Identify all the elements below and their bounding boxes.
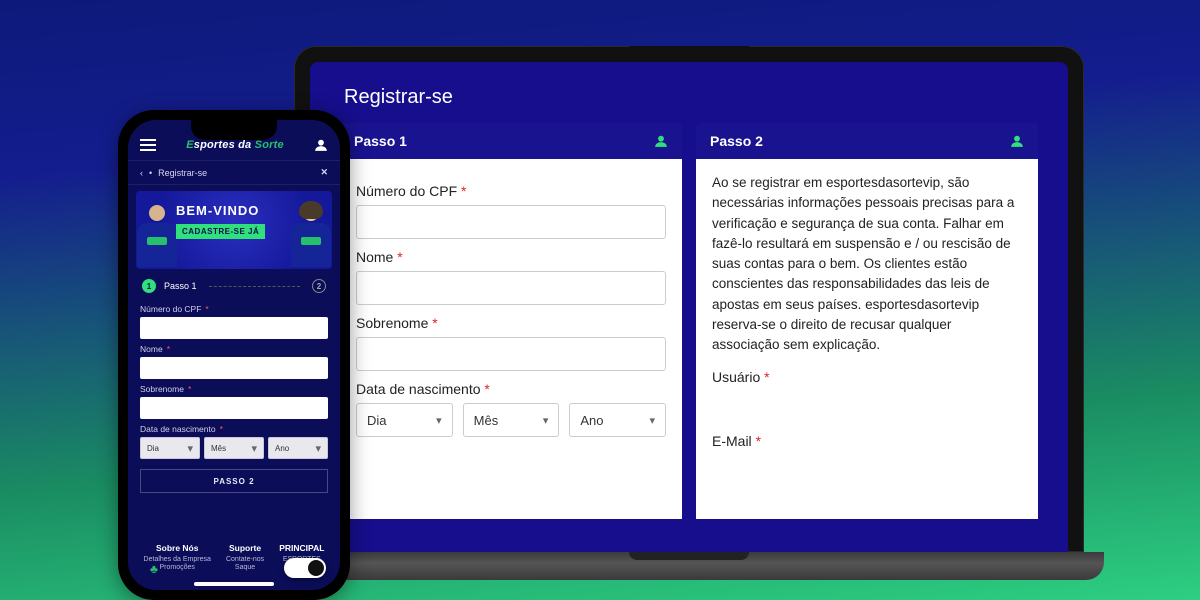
nome-input[interactable] (356, 271, 666, 305)
welcome-hero: BEM-VINDO CADASTRE-SE JÁ (136, 191, 332, 269)
dob-row: Dia▾ Mês▾ Ano▾ (140, 437, 328, 459)
cpf-input[interactable] (140, 317, 328, 339)
step1-header: Passo 1 (340, 123, 682, 159)
page-title: Registrar-se (344, 86, 1038, 109)
step1-label: Passo 1 (164, 281, 197, 291)
close-icon[interactable]: ✕ (320, 167, 328, 178)
phone-notch (191, 120, 277, 140)
step1-body: Número do CPF * Nome * Sobrenome * (340, 159, 682, 519)
user-icon (654, 133, 668, 149)
phone-device: Esportes da Sorte ‹ • Registrar-se ✕ BEM… (118, 110, 350, 600)
step2-header: Passo 2 (696, 123, 1038, 159)
sobrenome-input[interactable] (356, 337, 666, 371)
phone-form: Número do CPF* Nome* Sobrenome* Data de … (128, 297, 340, 505)
chip-icon: ♣ (150, 562, 158, 576)
chevron-down-icon: ▾ (649, 414, 655, 427)
user-icon (1010, 133, 1024, 149)
home-indicator (194, 582, 274, 586)
laptop-base (274, 552, 1104, 580)
cpf-label: Número do CPF* (140, 304, 328, 314)
disclaimer-text: Ao se registrar em esportesdasortevip, s… (712, 173, 1022, 355)
dob-month-select[interactable]: Mês▾ (463, 403, 560, 437)
user-label: Usuário * (712, 369, 1022, 385)
chevron-down-icon: ▾ (315, 442, 321, 455)
breadcrumb-label: Registrar-se (158, 168, 207, 178)
sobrenome-label: Sobrenome * (356, 315, 666, 331)
laptop-notch (629, 46, 749, 60)
step2-dot[interactable]: 2 (312, 279, 326, 293)
chevron-down-icon: ▾ (251, 442, 257, 455)
step1-panel: Passo 1 Número do CPF * Nome (340, 123, 682, 519)
back-icon[interactable]: ‹ (140, 168, 143, 178)
step-indicator: 1 Passo 1 2 (128, 269, 340, 297)
step1-dot[interactable]: 1 (142, 279, 156, 293)
cpf-label: Número do CPF * (356, 183, 666, 199)
laptop-device: Registrar-se Passo 1 Número do CPF * (294, 46, 1084, 600)
email-label: E-Mail * (712, 433, 1022, 449)
user-icon[interactable] (314, 138, 328, 152)
phone-screen: Esportes da Sorte ‹ • Registrar-se ✕ BEM… (128, 120, 340, 590)
hero-cta-button[interactable]: CADASTRE-SE JÁ (176, 224, 265, 239)
dob-day-select[interactable]: Dia▾ (140, 437, 200, 459)
nome-label: Nome * (356, 249, 666, 265)
cpf-input[interactable] (356, 205, 666, 239)
dob-month-select[interactable]: Mês▾ (204, 437, 264, 459)
laptop-screen: Registrar-se Passo 1 Número do CPF * (310, 62, 1068, 552)
nome-input[interactable] (140, 357, 328, 379)
laptop-frame: Registrar-se Passo 1 Número do CPF * (294, 46, 1084, 552)
breadcrumb: ‹ • Registrar-se ✕ (128, 160, 340, 185)
chevron-down-icon: ▾ (543, 414, 549, 427)
sobrenome-input[interactable] (140, 397, 328, 419)
dob-year-select[interactable]: Ano▾ (569, 403, 666, 437)
chevron-down-icon: ▾ (187, 442, 193, 455)
next-step-button[interactable]: PASSO 2 (140, 469, 328, 493)
brand-logo[interactable]: Esportes da Sorte (186, 139, 284, 151)
step2-panel: Passo 2 Ao se registrar em esportesdasor… (696, 123, 1038, 519)
dob-day-select[interactable]: Dia▾ (356, 403, 453, 437)
step1-heading: Passo 1 (354, 133, 407, 149)
dob-year-select[interactable]: Ano▾ (268, 437, 328, 459)
floating-toggle[interactable] (284, 558, 326, 578)
chevron-down-icon: ▾ (436, 414, 442, 427)
sobrenome-label: Sobrenome* (140, 384, 328, 394)
dob-label: Data de nascimento* (140, 424, 328, 434)
hero-welcome: BEM-VINDO (176, 203, 265, 218)
hero-person-right (286, 199, 332, 269)
registration-steps: Passo 1 Número do CPF * Nome (340, 123, 1038, 519)
dob-label: Data de nascimento * (356, 381, 666, 397)
step2-heading: Passo 2 (710, 133, 763, 149)
step2-body: Ao se registrar em esportesdasortevip, s… (696, 159, 1038, 519)
dob-row: Dia▾ Mês▾ Ano▾ (356, 403, 666, 437)
footer-support: Suporte Contate-nos Saque (226, 543, 264, 572)
menu-icon[interactable] (140, 139, 156, 151)
nome-label: Nome* (140, 344, 328, 354)
